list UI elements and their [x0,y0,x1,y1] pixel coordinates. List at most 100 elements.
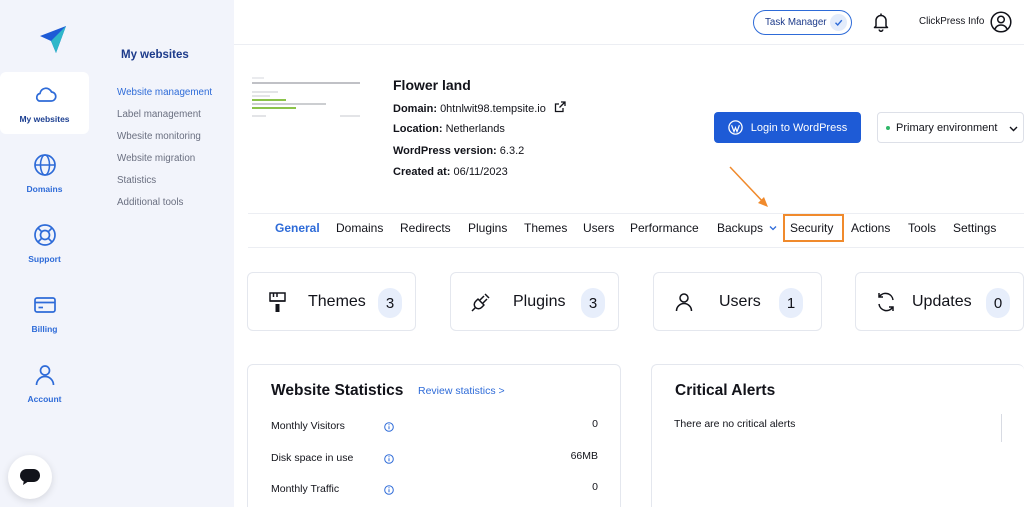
sidebar-item-label: My websites [19,114,70,124]
review-statistics-link[interactable]: Review statistics > [418,385,505,397]
stat-row-value: 0 [592,481,598,493]
cloud-icon [35,87,57,102]
stat-card-users[interactable]: Users 1 [653,272,822,331]
tab-redirects[interactable]: Redirects [400,221,451,235]
task-manager-button[interactable]: Task Manager [753,10,852,35]
stat-card-plugins[interactable]: Plugins 3 [450,272,619,331]
user-icon [675,293,693,312]
user-avatar-icon[interactable] [990,11,1012,33]
submenu-title: My websites [121,49,189,61]
location-label: Location: [393,123,443,135]
panel-title: Website Statistics [271,382,404,399]
stat-row-value: 66MB [570,450,598,462]
sidebar-item-label: Account [27,394,62,404]
info-icon[interactable] [384,485,394,495]
submenu-item-website-monitoring[interactable]: Wbesite monitoring [117,131,201,142]
stat-label: Updates [912,293,972,310]
globe-icon [33,154,56,176]
bell-icon[interactable] [872,12,890,32]
chat-bubble-icon [20,469,40,485]
critical-alerts-panel: Critical Alerts There are no critical al… [651,364,1024,507]
stat-card-updates[interactable]: Updates 0 [855,272,1024,331]
stat-row-label: Disk space in use [271,452,354,464]
chat-button[interactable] [8,455,52,499]
submenu-item-website-migration[interactable]: Website migration [117,153,195,164]
sidebar-item-account[interactable]: Account [0,352,89,414]
external-link-icon[interactable] [554,101,566,113]
site-tabs: General Domains Redirects Plugins Themes… [248,213,1024,248]
panel-title: Critical Alerts [675,382,776,399]
check-icon [830,14,847,31]
tab-actions[interactable]: Actions [851,221,890,235]
user-icon [35,365,54,386]
sidebar-item-billing[interactable]: Billing [0,282,89,344]
login-to-wordpress-button[interactable]: Login to WordPress [714,112,861,143]
submenu-item-label-management[interactable]: Label management [117,109,201,120]
stat-card-themes[interactable]: Themes 3 [247,272,416,331]
sidebar-item-label: Domains [26,184,63,194]
lifebuoy-icon [33,224,56,246]
domain-value: 0htnlwit98.tempsite.io [440,103,546,115]
info-icon[interactable] [384,454,394,464]
submenu-item-statistics[interactable]: Statistics [117,175,156,186]
paint-roller-icon [269,292,286,312]
created-label: Created at: [393,166,451,178]
submenu: My websites Website management Label man… [104,0,234,507]
chevron-down-icon [1009,126,1018,132]
stat-count-badge: 3 [581,288,605,318]
stat-row-label: Monthly Visitors [271,420,345,432]
sidebar-item-domains[interactable]: Domains [0,142,89,204]
tab-backups[interactable]: Backups [717,221,777,235]
task-manager-label: Task Manager [765,17,827,28]
alerts-empty-message: There are no critical alerts [674,418,796,430]
refresh-icon [878,292,894,312]
scrollbar[interactable] [1001,414,1002,442]
tab-backups-label: Backups [717,221,764,235]
wordpress-icon [728,120,743,135]
stat-count-badge: 3 [378,288,402,318]
tab-performance[interactable]: Performance [630,221,699,235]
submenu-item-website-management[interactable]: Website management [117,87,212,98]
sidebar-item-label: Billing [31,324,58,334]
tab-general[interactable]: General [275,221,320,235]
chevron-down-icon [769,226,777,231]
security-tab-highlight [783,214,844,242]
stat-count-badge: 1 [779,288,803,318]
tab-settings[interactable]: Settings [953,221,996,235]
environment-label: Primary environment [896,121,998,134]
environment-select[interactable]: Primary environment [877,112,1024,143]
logo-paper-plane-icon [40,26,66,53]
wp-version-value: 6.3.2 [499,145,525,157]
sidebar-item-support[interactable]: Support [0,212,89,274]
info-icon[interactable] [384,422,394,432]
location-value: Netherlands [445,123,505,135]
annotation-arrow-icon [729,166,768,207]
tab-tools[interactable]: Tools [908,221,936,235]
stat-row-value: 0 [592,418,598,430]
tab-plugins[interactable]: Plugins [468,221,507,235]
login-to-wordpress-label: Login to WordPress [750,121,848,134]
sidebar: My websites Domains Support Billing Acco… [0,0,104,507]
sidebar-item-label: Support [28,254,61,264]
stat-label: Plugins [513,293,566,310]
site-thumbnail [248,72,364,148]
stat-count-badge: 0 [986,288,1010,318]
credit-card-icon [33,297,56,313]
wp-version-row: WordPress version: 6.3.2 [393,145,524,157]
stat-row-label: Monthly Traffic [271,483,340,495]
domain-label: Domain: [393,103,437,115]
domain-row: Domain: 0htnlwit98.tempsite.io [393,101,566,115]
topbar: Task Manager ClickPress Info [234,0,1024,45]
wp-version-label: WordPress version: [393,145,497,157]
user-name[interactable]: ClickPress Info [919,16,984,27]
created-row: Created at: 06/11/2023 [393,166,508,178]
tab-users[interactable]: Users [583,221,614,235]
stat-label: Users [719,293,761,310]
location-row: Location: Netherlands [393,123,505,135]
status-dot [886,125,890,130]
sidebar-item-my-websites[interactable]: My websites [0,72,89,134]
tab-domains[interactable]: Domains [336,221,383,235]
site-name: Flower land [393,77,471,93]
tab-themes[interactable]: Themes [524,221,567,235]
submenu-item-additional-tools[interactable]: Additional tools [117,197,183,208]
